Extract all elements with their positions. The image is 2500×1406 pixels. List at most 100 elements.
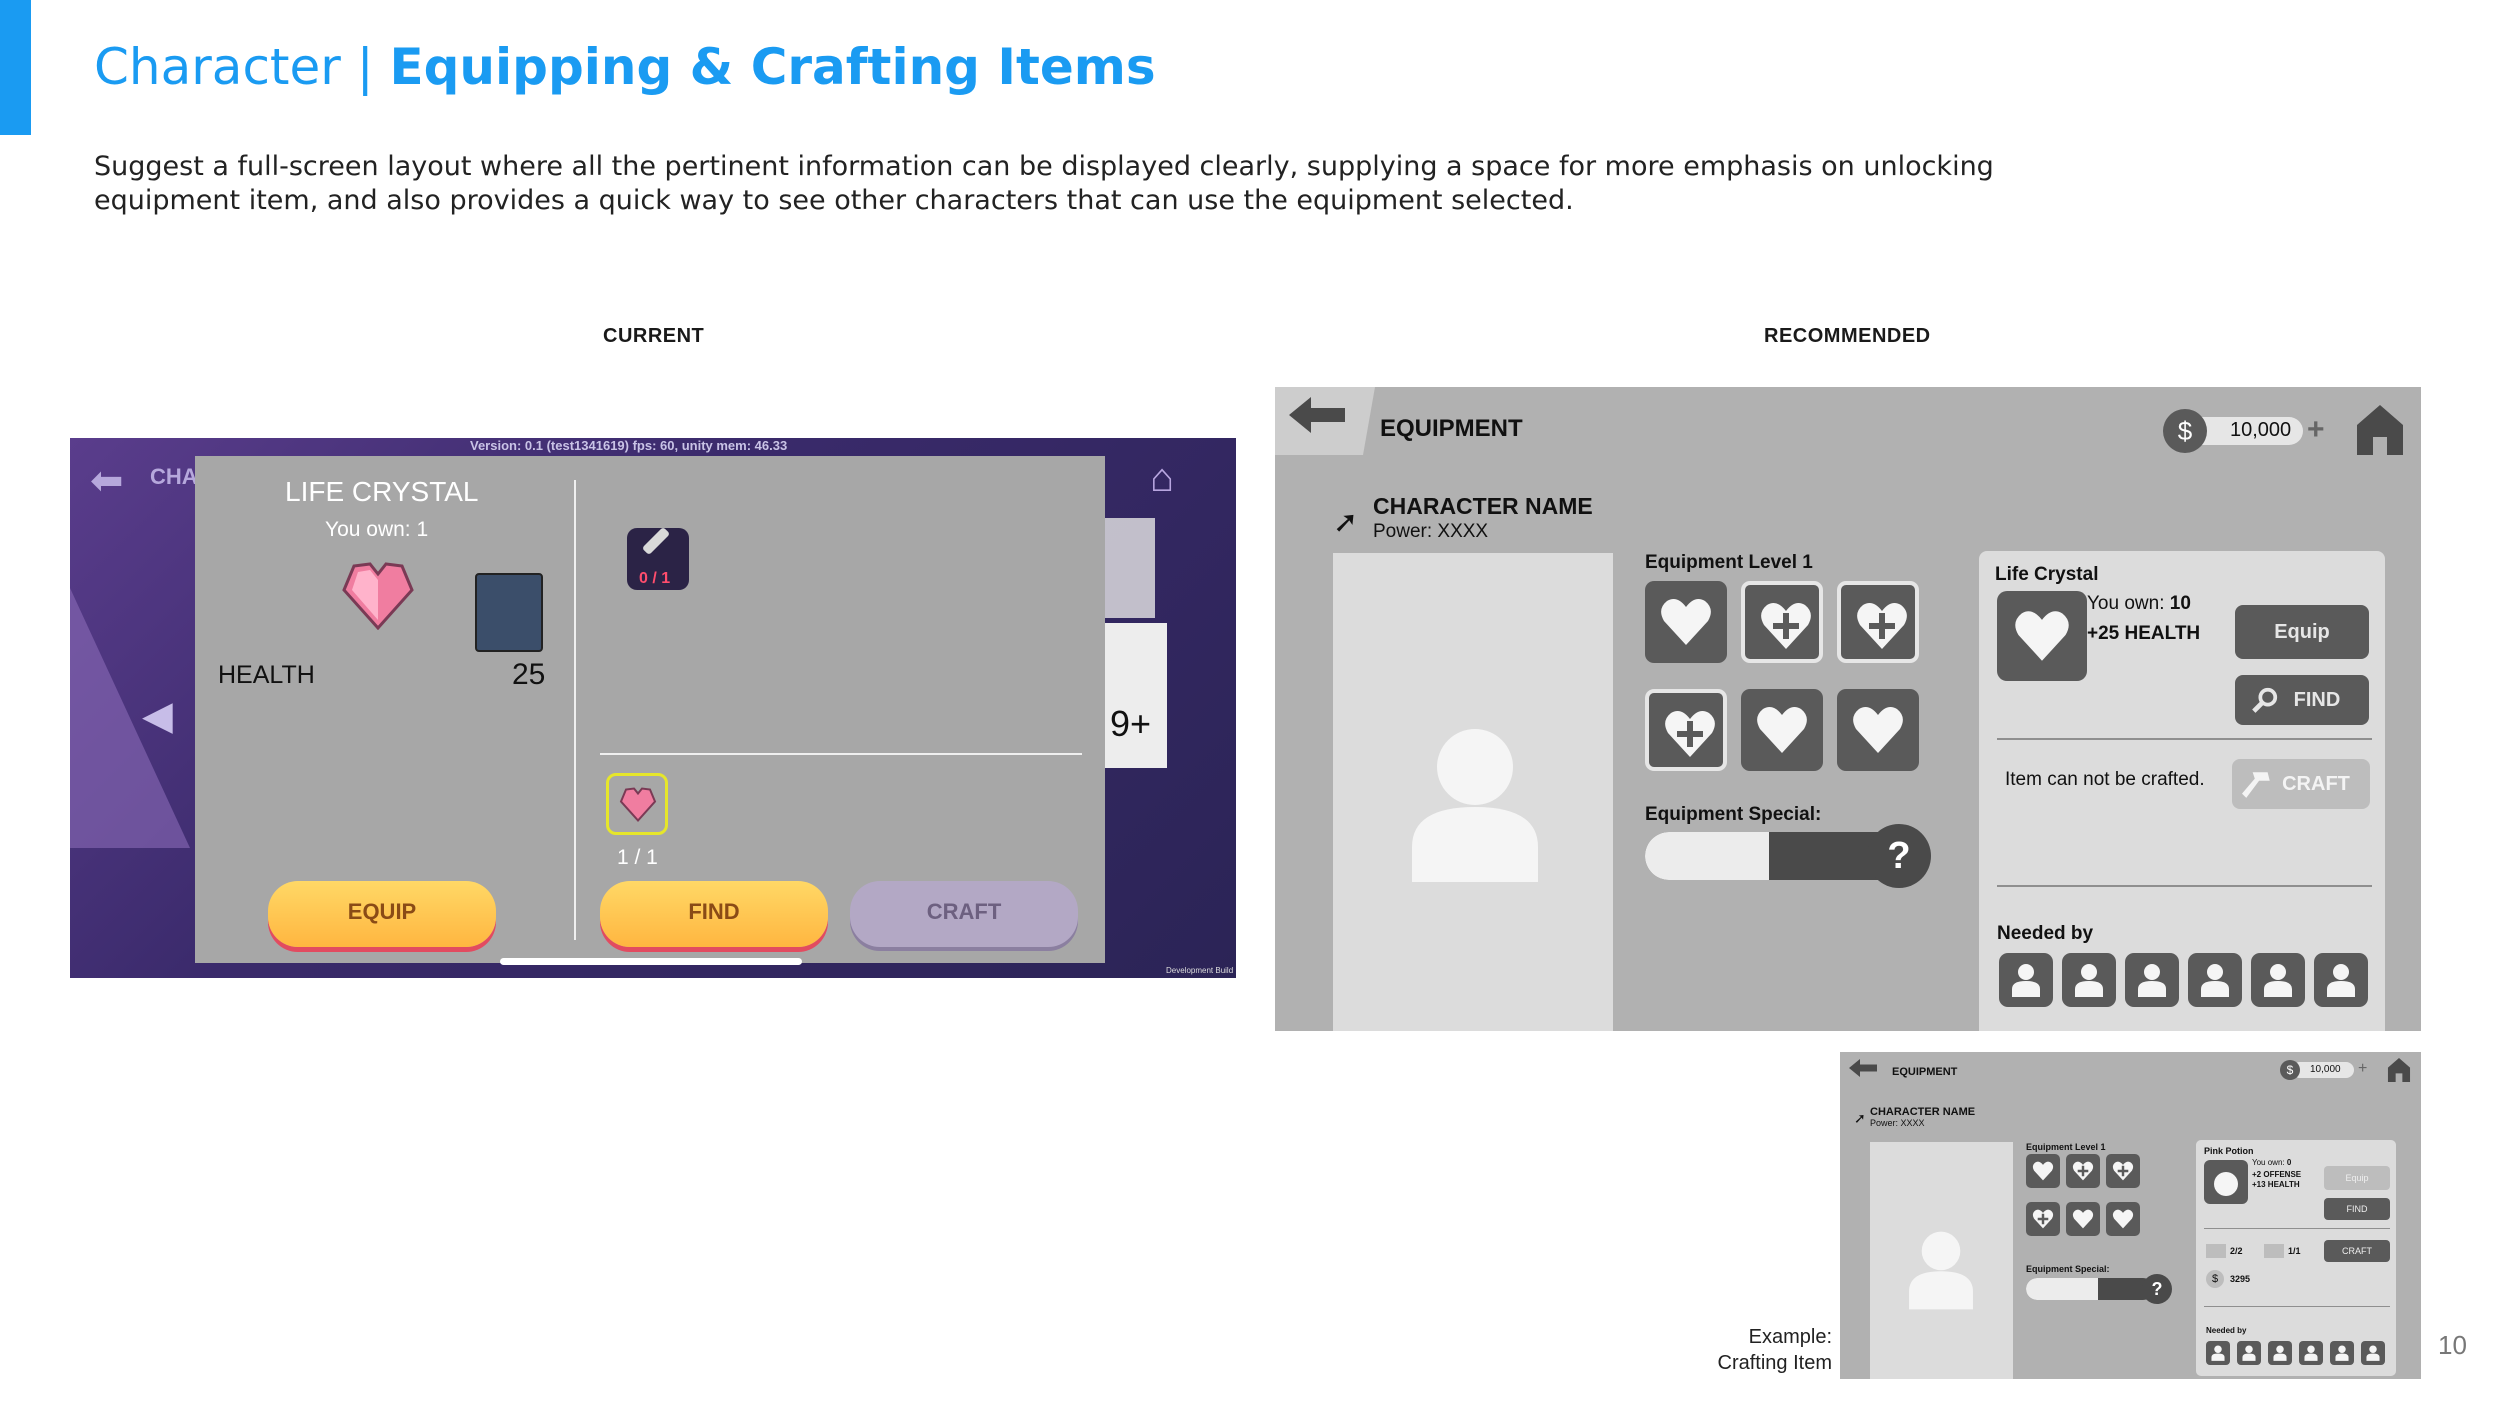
equipment-slot-4[interactable] <box>1645 689 1727 771</box>
needed-by-character-2[interactable] <box>2237 1341 2261 1365</box>
divider <box>2204 1306 2390 1307</box>
left-arrow-icon[interactable]: ◀ <box>142 693 173 739</box>
needed-by-character-3[interactable] <box>2268 1341 2292 1365</box>
add-currency-icon[interactable]: + <box>2307 413 2325 447</box>
needed-by-character-5[interactable] <box>2330 1341 2354 1365</box>
sword-icon[interactable]: 0 / 1 <box>627 526 689 590</box>
equipment-slot-3[interactable] <box>1837 581 1919 663</box>
special-progress-bar <box>1645 832 1905 880</box>
ingredient-icon-2 <box>2264 1244 2284 1258</box>
life-crystal-icon <box>342 562 414 630</box>
needed-by-character-4[interactable] <box>2188 953 2242 1007</box>
item-bonus: +25 HEALTH <box>2087 623 2201 644</box>
search-icon <box>2252 687 2278 713</box>
needed-by-character-6[interactable] <box>2314 953 2368 1007</box>
page-title: Character | Equipping & Crafting Items <box>94 38 1156 96</box>
title-prefix: Character | <box>94 38 390 96</box>
help-icon[interactable]: ? <box>1867 824 1931 888</box>
equipment-slot-2[interactable] <box>2066 1154 2100 1188</box>
equipment-slot-5[interactable] <box>1741 689 1823 771</box>
character-card[interactable] <box>475 573 543 652</box>
horizontal-divider <box>600 753 1082 755</box>
craft-button[interactable]: CRAFT <box>850 881 1078 947</box>
equipment-slot-6[interactable] <box>1837 689 1919 771</box>
craft-button[interactable]: CRAFT <box>2232 759 2370 809</box>
heart-icon <box>2032 1161 2054 1181</box>
find-label: FIND <box>2293 689 2341 711</box>
side-tab[interactable] <box>1105 518 1155 618</box>
heart-plus-icon <box>2032 1209 2054 1229</box>
coin-icon: $ <box>2163 409 2207 453</box>
heart-icon <box>2072 1209 2094 1229</box>
equipment-slot-4[interactable] <box>2026 1202 2060 1236</box>
example-caption: Example: Crafting Item <box>1660 1324 1832 1376</box>
debug-bar: Version: 0.1 (test1341619) fps: 60, unit… <box>470 438 788 453</box>
potion-icon <box>2204 1160 2248 1204</box>
person-icon <box>2201 964 2229 997</box>
craft-cost: 3295 <box>2230 1274 2251 1284</box>
gem-icon <box>619 787 657 822</box>
heart-icon <box>1853 707 1903 753</box>
equipment-slot-3[interactable] <box>2106 1154 2140 1188</box>
needed-by-character-2[interactable] <box>2062 953 2116 1007</box>
ingredient-icon-1 <box>2206 1244 2226 1258</box>
craft-label: CRAFT <box>2282 773 2350 795</box>
screen-header: EQUIPMENT <box>1892 1066 1958 1078</box>
divider <box>1997 738 2372 740</box>
bow-icon: ➚ <box>1333 506 1359 539</box>
needed-by-character-5[interactable] <box>2251 953 2305 1007</box>
equipment-slot-6[interactable] <box>2106 1202 2140 1236</box>
equip-button[interactable]: EQUIP <box>268 881 496 947</box>
person-icon <box>2211 1345 2225 1361</box>
person-icon <box>1909 1231 1973 1310</box>
equip-button[interactable]: Equip <box>2235 605 2369 659</box>
gem-slot[interactable] <box>606 773 668 835</box>
back-arrow-icon[interactable] <box>1848 1058 1878 1078</box>
currency-value: 10,000 <box>2230 419 2292 441</box>
currency-value: 10,000 <box>2310 1064 2341 1075</box>
needed-by-character-1[interactable] <box>2206 1341 2230 1365</box>
equipment-slot-1[interactable] <box>1645 581 1727 663</box>
add-currency-icon[interactable]: + <box>2358 1060 2367 1078</box>
person-icon <box>2012 964 2040 997</box>
heart-plus-icon <box>2072 1161 2094 1181</box>
coin-icon: $ <box>2280 1060 2300 1080</box>
ingredient-count-2: 1/1 <box>2288 1246 2301 1256</box>
home-icon[interactable]: ⌂ <box>1150 456 1174 501</box>
heart-icon <box>2112 1209 2134 1229</box>
side-count: 9+ <box>1110 703 1152 744</box>
needed-by-character-6[interactable] <box>2361 1341 2385 1365</box>
find-button[interactable]: FIND <box>2235 675 2369 725</box>
item-bonus-1: +2 OFFENSE <box>2252 1170 2302 1179</box>
person-icon <box>2242 1345 2256 1361</box>
example-caption-line-2: Crafting Item <box>1717 1352 1832 1374</box>
person-icon <box>2138 964 2166 997</box>
divider <box>1997 885 2372 887</box>
home-icon[interactable] <box>2387 1057 2411 1083</box>
back-arrow-icon[interactable] <box>1287 395 1347 435</box>
not-craftable-text: Item can not be crafted. <box>2005 769 2205 790</box>
craft-button[interactable]: CRAFT <box>2324 1240 2390 1262</box>
needed-by-label: Needed by <box>1997 923 2094 944</box>
equip-button[interactable]: Equip <box>2324 1166 2390 1190</box>
help-icon[interactable]: ? <box>2142 1274 2172 1304</box>
equipment-slot-1[interactable] <box>2026 1154 2060 1188</box>
bow-icon: ➚ <box>1854 1110 1866 1126</box>
equipment-level-label: Equipment Level 1 <box>1645 552 1813 573</box>
needed-by-character-1[interactable] <box>1999 953 2053 1007</box>
you-own: You own: 0 <box>2252 1158 2291 1167</box>
equipment-slot-5[interactable] <box>2066 1202 2100 1236</box>
back-arrow-icon[interactable]: ⬅ <box>90 458 124 504</box>
find-button[interactable]: FIND <box>2324 1198 2390 1220</box>
sword-count: 0 / 1 <box>639 570 671 587</box>
home-icon[interactable] <box>2355 403 2405 457</box>
page-number: 10 <box>2438 1330 2467 1360</box>
needed-by-character-4[interactable] <box>2299 1341 2323 1365</box>
find-button[interactable]: FIND <box>600 881 828 947</box>
needed-by-character-3[interactable] <box>2125 953 2179 1007</box>
ingredient-count-1: 2/2 <box>2230 1246 2243 1256</box>
item-name: Pink Potion <box>2204 1146 2254 1156</box>
side-panel[interactable] <box>1105 623 1167 768</box>
equipment-slot-2[interactable] <box>1741 581 1823 663</box>
item-bonus-2: +13 HEALTH <box>2252 1180 2300 1189</box>
